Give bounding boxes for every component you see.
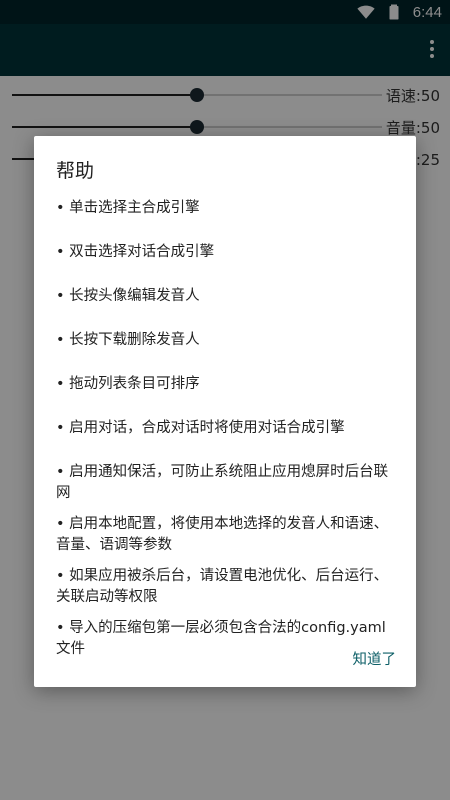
got-it-button[interactable]: 知道了: [353, 648, 397, 669]
tip-item: • 长按下载删除发音人: [56, 332, 200, 348]
tip-item: • 启用通知保活，可防止系统阻止应用熄屏时后台联网: [56, 464, 389, 501]
help-dialog: 帮助 • 单击选择主合成引擎 • 双击选择对话合成引擎 • 长按头像编辑发音人 …: [34, 136, 416, 687]
dialog-body: • 单击选择主合成引擎 • 双击选择对话合成引擎 • 长按头像编辑发音人 • 长…: [56, 198, 396, 670]
tip-item: • 长按头像编辑发音人: [56, 288, 200, 304]
tip-item: • 拖动列表条目可排序: [56, 376, 200, 392]
tip-item: • 启用对话，合成对话时将使用对话合成引擎: [56, 420, 345, 436]
dialog-title: 帮助: [56, 160, 95, 182]
tip-item: • 单击选择主合成引擎: [56, 200, 200, 216]
tip-item: • 导入的压缩包第一层必须包含合法的config.yaml文件: [56, 620, 386, 657]
tip-item: • 启用本地配置，将使用本地选择的发音人和语速、音量、语调等参数: [56, 516, 389, 553]
tip-item: • 双击选择对话合成引擎: [56, 244, 215, 260]
tip-item: • 如果应用被杀后台，请设置电池优化、后台运行、关联启动等权限: [56, 568, 389, 605]
